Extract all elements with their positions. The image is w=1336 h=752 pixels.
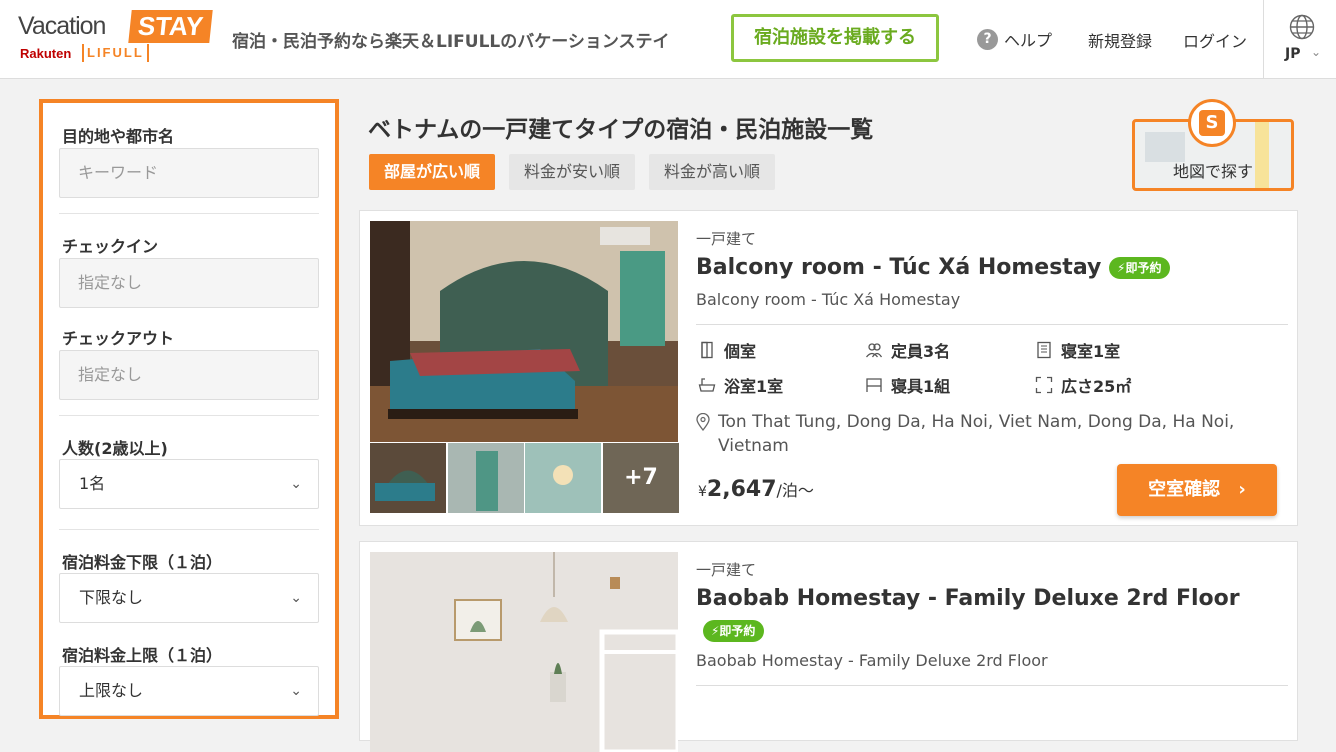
signup-link[interactable]: 新規登録 (1088, 28, 1152, 52)
listing-subtitle: Baobab Homestay - Family Deluxe 2rd Floo… (696, 651, 1048, 670)
listing-price: ¥2,647/泊～ (698, 477, 814, 502)
price-min-value: 下限なし (79, 588, 144, 607)
door-icon (701, 341, 713, 359)
price-unit: /泊～ (776, 481, 814, 500)
divider (696, 685, 1288, 686)
bed-icon (866, 378, 882, 392)
destination-input[interactable]: キーワード (59, 148, 319, 198)
feature-label: 個室 (724, 342, 757, 361)
logo-stay-text: STAY (128, 10, 213, 43)
feature-capacity: 定員3名 (865, 338, 950, 362)
search-filter-panel: 目的地や都市名 キーワード チェックイン 指定なし チェックアウト 指定なし 人… (39, 99, 339, 719)
login-link[interactable]: ログイン (1183, 28, 1247, 52)
header-tagline: 宿泊・民泊予約なら楽天＆LIFULLのバケーションステイ (232, 32, 670, 52)
price-min-select[interactable]: 下限なし ⌄ (59, 573, 319, 623)
sort-tab-largest-room[interactable]: 部屋が広い順 (369, 154, 496, 190)
sort-tab-price-high[interactable]: 料金が高い順 (649, 154, 776, 190)
listing-title-text: Balcony room - Túc Xá Homestay (696, 255, 1102, 280)
listing-type: 一戸建て (696, 230, 757, 248)
feature-bedding: 寝具1組 (865, 373, 950, 397)
thumbnail-image (448, 443, 524, 513)
globe-icon (1289, 14, 1315, 40)
feature-label: 寝具1組 (891, 377, 951, 396)
list-property-button[interactable]: 宿泊施設を掲載する (731, 14, 939, 62)
instant-booking-badge: ⚡即予約 (1109, 257, 1171, 279)
divider (59, 213, 319, 214)
feature-label: 広さ25㎡ (1061, 377, 1132, 396)
language-label: JP (1285, 46, 1301, 62)
help-icon: ? (977, 28, 998, 50)
listing-card[interactable]: +7 一戸建て Balcony room - Túc Xá Homestay ⚡… (359, 210, 1298, 526)
logo-lifull-text: LIFULL (82, 44, 149, 62)
checkout-input[interactable]: 指定なし (59, 350, 319, 400)
listing-title[interactable]: Balcony room - Túc Xá Homestay ⚡即予約 (696, 255, 1171, 280)
price-currency: ¥ (698, 484, 707, 500)
logo-vacation-text: Vacation (18, 12, 106, 40)
listing-thumbnail[interactable] (448, 443, 524, 513)
price-value: 2,647 (706, 477, 777, 502)
badge-container: ⚡即予約 (703, 620, 765, 642)
feature-private-room: 個室 (698, 338, 756, 362)
bedroom-photo-image (370, 221, 678, 442)
feature-label: 寝室1室 (1061, 342, 1121, 361)
page-title: ベトナムの一戸建てタイプの宿泊・民泊施設一覧 (368, 117, 874, 143)
feature-area: 広さ25㎡ (1035, 373, 1131, 397)
location-pin-icon (696, 413, 710, 431)
logo-rakuten-text: Rakuten (20, 46, 72, 61)
thumbnail-image (370, 443, 446, 513)
price-min-label: 宿泊料金下限（１泊） (62, 553, 223, 572)
listing-main-photo[interactable] (370, 552, 678, 752)
more-photos-thumbnail[interactable]: +7 (603, 443, 679, 513)
building-icon (1037, 341, 1051, 359)
bathtub-icon (698, 378, 716, 392)
listing-thumbnail[interactable] (370, 443, 446, 513)
price-max-label: 宿泊料金上限（１泊） (62, 646, 223, 665)
listing-type: 一戸建て (696, 561, 757, 579)
divider (59, 415, 319, 416)
feature-bathrooms: 浴室1室 (698, 373, 783, 397)
checkout-label: チェックアウト (62, 329, 175, 348)
checkin-input[interactable]: 指定なし (59, 258, 319, 308)
destination-label: 目的地や都市名 (62, 127, 175, 146)
chevron-down-icon: ⌄ (290, 683, 302, 699)
people-icon (865, 343, 883, 358)
expand-icon (1035, 376, 1053, 394)
listing-thumbnail[interactable] (525, 443, 601, 513)
guests-label: 人数(2歳以上) (62, 439, 168, 458)
help-link[interactable]: ? ヘルプ (977, 27, 1052, 51)
checkin-label: チェックイン (62, 237, 159, 256)
listing-main-photo[interactable] (370, 221, 678, 442)
divider (696, 324, 1288, 325)
divider (59, 529, 319, 530)
map-pin-logo: S (1199, 110, 1225, 136)
guests-value: 1名 (79, 474, 106, 493)
help-label: ヘルプ (1004, 31, 1053, 50)
listing-subtitle: Balcony room - Túc Xá Homestay (696, 290, 961, 309)
map-pin-icon: S (1188, 99, 1236, 147)
listing-address: Ton That Tung, Dong Da, Ha Noi, Viet Nam… (696, 410, 1288, 458)
address-text: Ton That Tung, Dong Da, Ha Noi, Viet Nam… (718, 412, 1235, 456)
instant-booking-badge: ⚡即予約 (703, 620, 765, 642)
guests-select[interactable]: 1名 ⌄ (59, 459, 319, 509)
vacation-stay-logo[interactable]: Vacation STAY Rakuten LIFULL (18, 8, 218, 68)
check-availability-label: 空室確認 (1148, 479, 1221, 500)
check-availability-button[interactable]: 空室確認 › (1117, 464, 1277, 516)
chevron-right-icon: › (1238, 479, 1246, 500)
chevron-down-icon: ⌄ (1311, 45, 1322, 59)
map-search-label: 地図で探す (1172, 162, 1253, 181)
listing-card[interactable]: 一戸建て Baobab Homestay - Family Deluxe 2rd… (359, 541, 1298, 752)
feature-label: 定員3名 (891, 342, 951, 361)
feature-label: 浴室1室 (724, 377, 784, 396)
price-max-select[interactable]: 上限なし ⌄ (59, 666, 319, 716)
chevron-down-icon: ⌄ (290, 590, 302, 606)
sort-tab-price-low[interactable]: 料金が安い順 (509, 154, 636, 190)
language-selector[interactable]: JP ⌄ (1263, 0, 1336, 79)
feature-bedrooms: 寝室1室 (1035, 338, 1120, 362)
thumbnail-image (525, 443, 601, 513)
site-header: Vacation STAY Rakuten LIFULL 宿泊・民泊予約なら楽天… (0, 0, 1336, 79)
listing-title[interactable]: Baobab Homestay - Family Deluxe 2rd Floo… (696, 586, 1240, 611)
chevron-down-icon: ⌄ (290, 476, 302, 492)
room-photo-image (370, 552, 678, 752)
price-max-value: 上限なし (79, 681, 144, 700)
